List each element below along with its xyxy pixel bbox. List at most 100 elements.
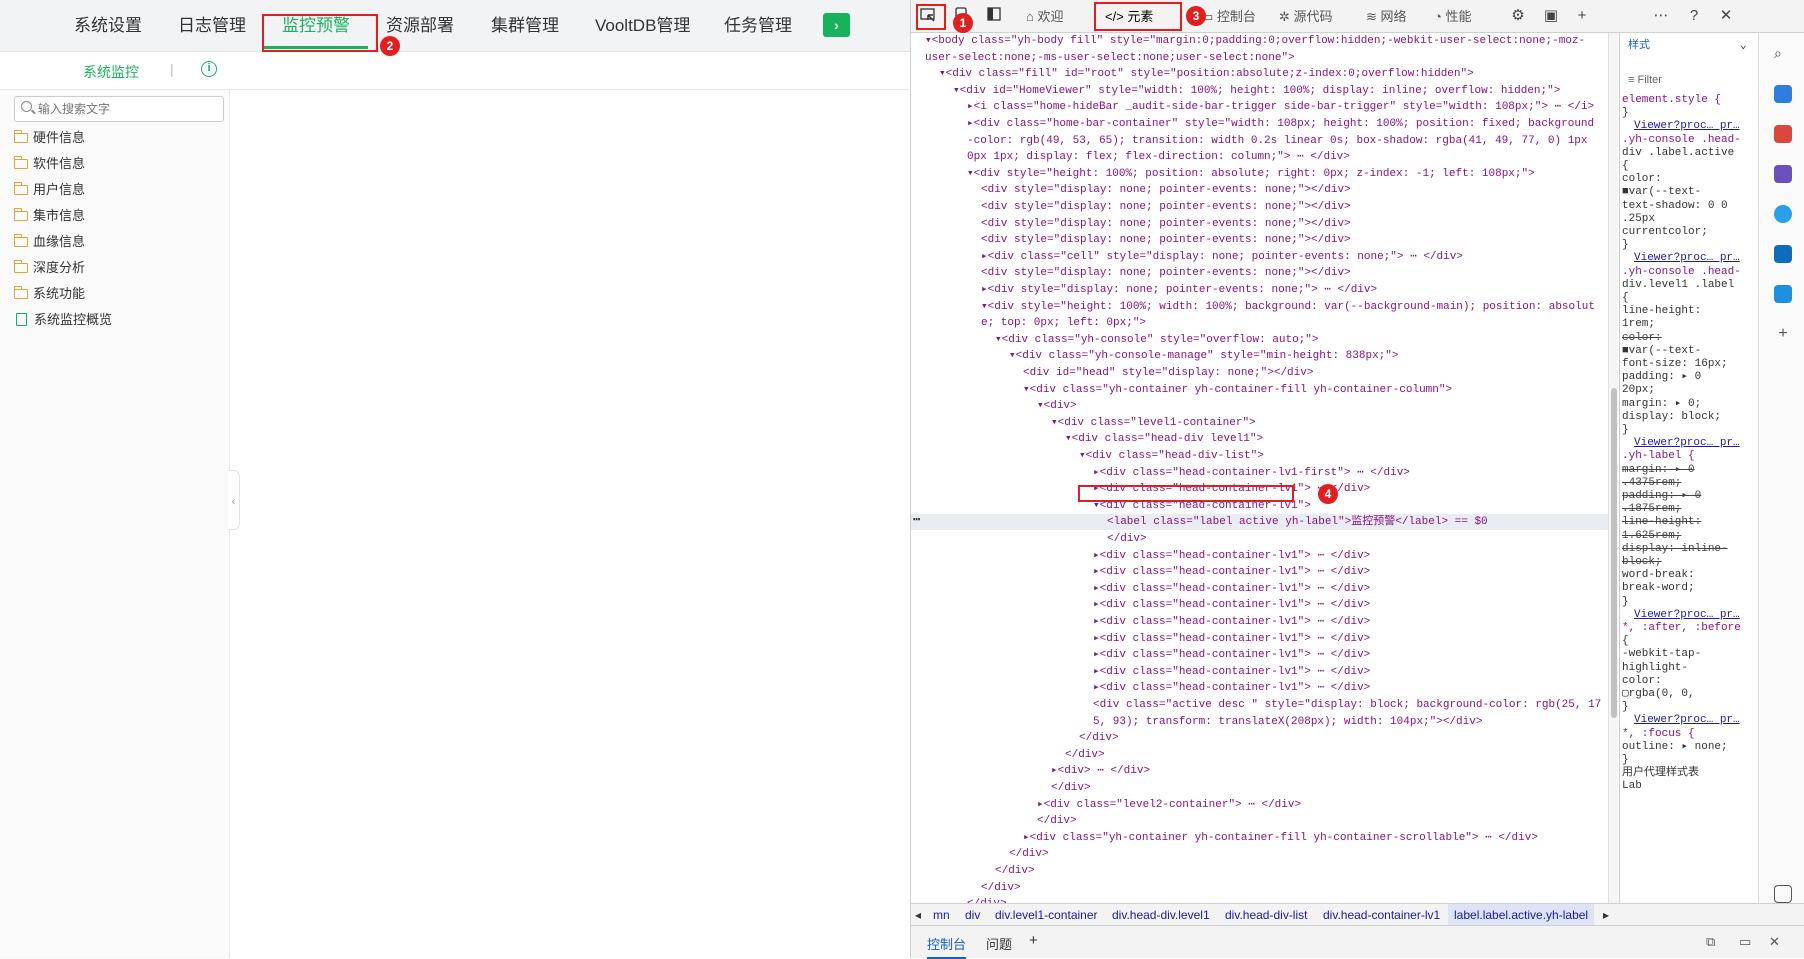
info-icon[interactable]: i: [201, 61, 217, 77]
dom-node[interactable]: ▸<div class="head-container-lv1"> ⋯ </di…: [911, 647, 1608, 663]
subtab-system-monitor[interactable]: 系统监控: [83, 62, 139, 82]
dom-node[interactable]: ▾<div class="yh-console-manage" style="m…: [911, 348, 1608, 364]
dom-scrollbar[interactable]: [1608, 33, 1618, 903]
tree-item-software[interactable]: 软件信息: [14, 154, 85, 174]
node-actions-icon[interactable]: ⋯: [913, 512, 920, 527]
dom-node[interactable]: ▾<div>: [911, 398, 1608, 414]
crumb-scroll-left-icon[interactable]: ◂: [915, 904, 921, 925]
tab-console[interactable]: ▭ 控制台: [1201, 0, 1256, 33]
tree-item-lineage[interactable]: 血缘信息: [14, 232, 85, 252]
breadcrumb-item[interactable]: mn: [933, 904, 950, 925]
filter-field[interactable]: ≡ Filter: [1628, 73, 1757, 87]
style-source-link[interactable]: Viewer?proc… pr…: [1634, 119, 1757, 133]
nav-item-log-management[interactable]: 日志管理: [178, 0, 246, 52]
dom-node[interactable]: ▾<div class="head-div level1">: [911, 431, 1608, 447]
briefcase-icon[interactable]: [1774, 125, 1792, 143]
dom-node[interactable]: </div>: [911, 780, 1608, 796]
sidebar-collapse-handle[interactable]: ‹: [228, 470, 240, 530]
dom-node[interactable]: <div style="display: none; pointer-event…: [911, 182, 1608, 198]
tag-icon[interactable]: [1774, 85, 1792, 103]
help-icon[interactable]: ?: [1684, 6, 1704, 26]
dom-node[interactable]: 5, 93); transform: translateX(208px); wi…: [911, 714, 1608, 730]
dom-node[interactable]: </div>: [911, 531, 1608, 547]
dom-node[interactable]: user-select:none;-ms-user-select:none;us…: [911, 50, 1608, 66]
dom-node[interactable]: ▸<i class="home-hideBar _audit-side-bar-…: [911, 99, 1608, 115]
style-source-link[interactable]: Viewer?proc… pr…: [1634, 436, 1757, 450]
dom-node[interactable]: </div>: [911, 863, 1608, 879]
send-icon[interactable]: [1774, 285, 1792, 303]
chevron-down-icon[interactable]: ⌄: [1740, 39, 1754, 53]
dom-node[interactable]: ▾<div class="fill" id="root" style="posi…: [911, 66, 1608, 82]
search-box[interactable]: [14, 96, 224, 122]
dom-node[interactable]: ▾<div class="yh-console" style="overflow…: [911, 332, 1608, 348]
dom-node[interactable]: <div style="display: none; pointer-event…: [911, 232, 1608, 248]
dom-node[interactable]: </div>: [911, 896, 1608, 903]
dom-node[interactable]: ▸<div style="display: none; pointer-even…: [911, 282, 1608, 298]
games-icon[interactable]: [1774, 165, 1792, 183]
dom-node[interactable]: ▸<div> ⋯ </div>: [911, 763, 1608, 779]
tree-item-deep-analysis[interactable]: 深度分析: [14, 258, 85, 278]
dom-node[interactable]: </div>: [911, 730, 1608, 746]
tree-item-hardware[interactable]: 硬件信息: [14, 128, 85, 148]
dock-side-icon[interactable]: [984, 6, 1004, 26]
dom-node[interactable]: </div>: [911, 813, 1608, 829]
copilot-icon[interactable]: [1774, 205, 1792, 223]
dom-node[interactable]: ▸<div class="head-container-lv1"> ⋯ </di…: [911, 548, 1608, 564]
dom-node[interactable]: ▾<div class="yh-container yh-container-f…: [911, 382, 1608, 398]
crumb-scroll-right-icon[interactable]: ▸: [1603, 904, 1609, 925]
dom-node[interactable]: ▸<div class="head-container-lv1"> ⋯ </di…: [911, 631, 1608, 647]
dom-node[interactable]: ▸<div class="head-container-lv1"> ⋯ </di…: [911, 581, 1608, 597]
style-source-link[interactable]: Viewer?proc… pr…: [1634, 608, 1757, 622]
dom-scrollbar-thumb[interactable]: [1611, 388, 1617, 718]
tree-item-market[interactable]: 集市信息: [14, 206, 85, 226]
outlook-icon[interactable]: [1774, 245, 1792, 263]
dom-node[interactable]: ▾<div style="height: 100%; width: 100%; …: [911, 299, 1608, 315]
dom-node[interactable]: ▸<div class="cell" style="display: none;…: [911, 249, 1608, 265]
dom-node[interactable]: <div style="display: none; pointer-event…: [911, 199, 1608, 215]
search-icon[interactable]: ⌕: [1774, 45, 1792, 63]
tab-welcome[interactable]: ⌂ 欢迎: [1026, 0, 1063, 33]
breadcrumb-item[interactable]: div.head-div-list: [1225, 904, 1307, 925]
breadcrumb-item[interactable]: div.head-container-lv1: [1323, 904, 1440, 925]
dom-node[interactable]: <div class="active desc " style="display…: [911, 697, 1608, 713]
dom-node[interactable]: ▸<div class="yh-container yh-container-f…: [911, 830, 1608, 846]
dom-node-selected[interactable]: <label class="label active yh-label">监控预…: [911, 514, 1608, 531]
breadcrumb-item[interactable]: div: [965, 904, 980, 925]
dom-node[interactable]: ▸<div class="level2-container"> ⋯ </div>: [911, 797, 1608, 813]
dom-node[interactable]: e; top: 0px; left: 0px;">: [911, 315, 1608, 331]
dock-icon[interactable]: ⧉: [1706, 934, 1715, 950]
tree-item-system-functions[interactable]: 系统功能: [14, 284, 85, 304]
dom-node[interactable]: ▸<div class="head-container-lv1-first"> …: [911, 465, 1608, 481]
dom-node[interactable]: ▾<div class="level1-container">: [911, 415, 1608, 431]
dom-node[interactable]: ▸<div class="home-bar-container" style="…: [911, 116, 1608, 132]
breadcrumb-item[interactable]: div.level1-container: [995, 904, 1098, 925]
dom-node[interactable]: ▾<div id="HomeViewer" style="width: 100%…: [911, 83, 1608, 99]
styles-tab[interactable]: 样式: [1628, 39, 1757, 53]
dom-node[interactable]: ▸<div class="head-container-lv1"> ⋯ </di…: [911, 664, 1608, 680]
dom-node[interactable]: ▾<body class="yh-body fill" style="margi…: [911, 33, 1608, 49]
drawer-tab-console[interactable]: 控制台: [927, 934, 967, 959]
dom-node[interactable]: 0px 1px; display: flex; flex-direction: …: [911, 149, 1608, 165]
dom-node[interactable]: <div id="head" style="display: none;"></…: [911, 365, 1608, 381]
tree-item-monitor-overview[interactable]: 系统监控概览: [14, 310, 112, 330]
nav-item-vooltdb-management[interactable]: VooltDB管理: [595, 0, 690, 52]
breadcrumb-item-selected[interactable]: label.label.active.yh-label: [1448, 904, 1595, 925]
close-icon[interactable]: ✕: [1716, 6, 1736, 26]
style-source-link[interactable]: Viewer?proc… pr…: [1634, 251, 1757, 265]
tab-network[interactable]: ≋ 网络: [1366, 0, 1407, 33]
dom-node[interactable]: ▾<div class="head-div-list">: [911, 448, 1608, 464]
more-options-icon[interactable]: ⋯: [1651, 6, 1671, 26]
drawer-tab-issues[interactable]: 问题: [986, 934, 1012, 953]
search-input[interactable]: [38, 99, 218, 119]
screenshot-icon[interactable]: [1774, 885, 1792, 903]
dom-tree[interactable]: ▾<body class="yh-body fill" style="margi…: [911, 33, 1608, 903]
nav-item-system-settings[interactable]: 系统设置: [74, 0, 142, 52]
dom-node[interactable]: ▾<div style="height: 100%; position: abs…: [911, 166, 1608, 182]
nav-item-task-management[interactable]: 任务管理: [724, 0, 792, 52]
add-icon[interactable]: +: [1774, 325, 1792, 343]
dom-node[interactable]: ▸<div class="head-container-lv1"> ⋯ </di…: [911, 614, 1608, 630]
dom-node[interactable]: </div>: [911, 747, 1608, 763]
tree-item-users[interactable]: 用户信息: [14, 180, 85, 200]
dom-node[interactable]: <div style="display: none; pointer-event…: [911, 265, 1608, 281]
style-source-link[interactable]: Viewer?proc… pr…: [1634, 713, 1757, 727]
